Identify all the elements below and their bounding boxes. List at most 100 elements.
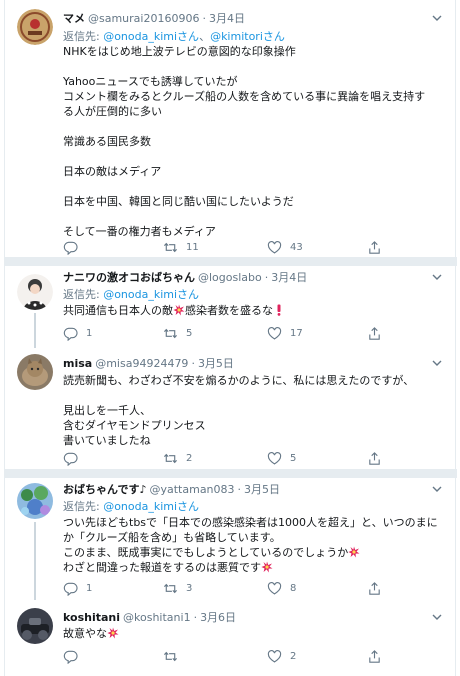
retweet-icon: [163, 583, 178, 593]
like-icon: [267, 240, 282, 254]
tweet-text: 読売新聞も、わざわざ不安を煽るかのように、私には思えたのですが、 見出しを一千人…: [63, 374, 415, 447]
thread-connector: [34, 522, 36, 600]
reply-icon: [63, 582, 78, 596]
reply-button[interactable]: 1: [63, 580, 92, 596]
separator-dot: ·: [264, 270, 269, 284]
tweet-date[interactable]: 3月5日: [198, 355, 234, 371]
like-button[interactable]: 17: [267, 325, 303, 341]
caret-down-icon[interactable]: [431, 357, 443, 369]
anger-symbol-icon: [261, 561, 273, 573]
share-button[interactable]: [367, 580, 382, 596]
tweet-actions: 11 43: [63, 239, 453, 255]
tweet-1[interactable]: マメ @samurai20160906 · 3月4日 返信先: @onoda_k…: [5, 0, 457, 255]
retweet-icon: [163, 453, 178, 463]
tweet-date[interactable]: 3月5日: [244, 481, 280, 497]
tweet-header: ナニワの激オコおばちゃん @logoslabo · 3月4日: [63, 268, 457, 286]
separator-dot: ·: [191, 356, 195, 370]
retweet-button[interactable]: 5: [163, 325, 192, 341]
like-button[interactable]: 2: [267, 648, 296, 664]
like-button[interactable]: 5: [267, 450, 296, 466]
reply-button[interactable]: [63, 239, 86, 255]
user-handle[interactable]: @misa94924479: [95, 357, 188, 370]
like-icon: [267, 326, 282, 340]
reply-mention[interactable]: @onoda_kimiさん: [103, 500, 199, 513]
share-icon: [369, 240, 380, 254]
avatar-obachan[interactable]: [17, 483, 53, 519]
avatar-koshitani[interactable]: [17, 608, 53, 644]
tweet-5[interactable]: koshitani @koshitani1 · 3月6日 故意やな 2: [5, 600, 457, 670]
tweet-3[interactable]: misa @misa94924479 · 3月5日 読売新聞も、わざわざ不安を煽…: [5, 346, 457, 470]
reply-count: 1: [86, 582, 93, 594]
anger-symbol-icon: [107, 627, 119, 639]
retweet-button[interactable]: 11: [163, 239, 199, 255]
retweet-count: 2: [186, 452, 193, 464]
like-count: 2: [290, 650, 297, 662]
user-handle[interactable]: @koshitani1: [123, 611, 191, 624]
tweet-4[interactable]: おばちゃんです♪ @yattaman083 · 3月5日 返信先: @onoda…: [5, 478, 457, 600]
anger-symbol-icon: [348, 546, 360, 558]
like-count: 43: [290, 241, 303, 253]
separator-dot: ·: [193, 610, 198, 624]
display-name[interactable]: ナニワの激オコおばちゃん: [63, 269, 195, 285]
like-button[interactable]: 8: [267, 580, 296, 596]
like-button[interactable]: 43: [267, 239, 303, 255]
retweet-button[interactable]: [163, 648, 186, 664]
like-count: 5: [290, 452, 297, 464]
user-handle[interactable]: @logoslabo: [198, 271, 262, 284]
share-button[interactable]: [367, 325, 382, 341]
tweet-header: koshitani @koshitani1 · 3月6日: [63, 608, 457, 626]
avatar-naniwa[interactable]: [17, 274, 53, 310]
tweet-actions: 1 3 8: [63, 580, 453, 596]
tweet-2[interactable]: ナニワの激オコおばちゃん @logoslabo · 3月4日 返信先: @ono…: [5, 266, 457, 348]
separator-dot: ·: [202, 11, 206, 25]
reply-count: 1: [86, 327, 93, 339]
tweet-date[interactable]: 3月4日: [209, 10, 245, 26]
tweet-date[interactable]: 3月4日: [271, 269, 307, 285]
reply-icon: [63, 650, 78, 664]
retweet-button[interactable]: 3: [163, 580, 192, 596]
conversation-divider: [5, 469, 457, 478]
tweet-actions: 1 5 17: [63, 325, 453, 341]
tweet-date[interactable]: 3月6日: [200, 609, 236, 625]
like-icon: [267, 581, 282, 595]
reply-icon: [63, 452, 78, 466]
reply-mention[interactable]: @kimitoriさん: [210, 30, 285, 43]
retweet-button[interactable]: 2: [163, 450, 192, 466]
display-name[interactable]: マメ: [63, 10, 85, 26]
reply-mention[interactable]: @onoda_kimiさん: [103, 288, 199, 301]
caret-down-icon[interactable]: [431, 271, 443, 283]
reply-button[interactable]: [63, 648, 86, 664]
caret-down-icon[interactable]: [431, 611, 443, 623]
like-count: 17: [290, 327, 303, 339]
thread-connector: [34, 313, 36, 348]
retweet-icon: [163, 242, 178, 252]
reply-icon: [63, 241, 78, 255]
like-icon: [267, 649, 282, 663]
share-icon: [369, 326, 380, 340]
avatar-misa[interactable]: [17, 354, 53, 390]
exclamation-icon: [277, 304, 281, 316]
tweet-text: NHKをはじめ地上波テレビの意図的な印象操作 Yahooニュースでも誘導していた…: [63, 45, 426, 238]
tweet-header: マメ @samurai20160906 · 3月4日: [63, 9, 457, 27]
display-name[interactable]: koshitani: [63, 611, 120, 624]
reply-button[interactable]: [63, 450, 86, 466]
avatar-mame[interactable]: [17, 9, 53, 45]
like-count: 8: [290, 582, 297, 594]
share-button[interactable]: [367, 648, 382, 664]
display-name[interactable]: おばちゃんです♪: [63, 481, 146, 497]
display-name[interactable]: misa: [63, 357, 92, 370]
retweet-count: 3: [186, 582, 193, 594]
tweet-timeline: マメ @samurai20160906 · 3月4日 返信先: @onoda_k…: [4, 0, 457, 676]
user-handle[interactable]: @yattaman083: [149, 483, 234, 496]
caret-down-icon[interactable]: [431, 12, 443, 24]
user-handle[interactable]: @samurai20160906: [88, 12, 199, 25]
share-icon: [369, 451, 380, 465]
tweet-header: misa @misa94924479 · 3月5日: [63, 354, 457, 372]
reply-button[interactable]: 1: [63, 325, 92, 341]
share-button[interactable]: [367, 450, 382, 466]
caret-down-icon[interactable]: [431, 483, 443, 495]
replying-to: 返信先: @onoda_kimiさん: [63, 288, 200, 301]
reply-mention[interactable]: @onoda_kimiさん: [103, 30, 199, 43]
like-icon: [267, 451, 282, 465]
share-button[interactable]: [367, 239, 382, 255]
